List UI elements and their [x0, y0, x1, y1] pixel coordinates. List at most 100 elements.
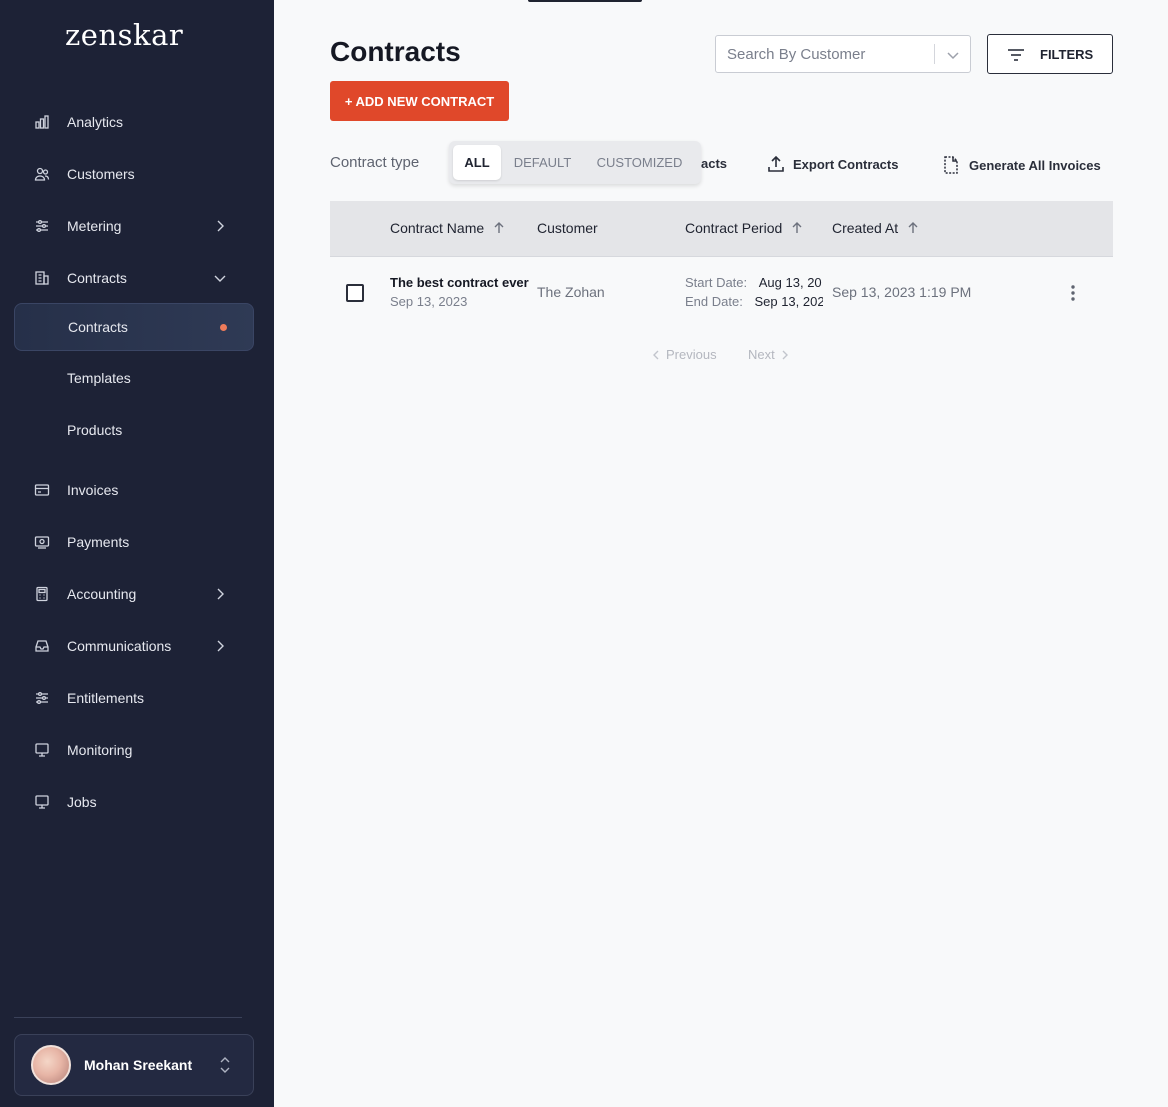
sidebar-item-jobs[interactable]: Jobs	[14, 778, 254, 826]
avatar	[31, 1045, 71, 1085]
chevron-up-down-icon	[220, 1057, 230, 1073]
start-date-value: Aug 13, 20	[758, 275, 822, 290]
sidebar-item-monitoring[interactable]: Monitoring	[14, 726, 254, 774]
sidebar-item-entitlements[interactable]: Entitlements	[14, 674, 254, 722]
sort-arrow-up-icon[interactable]	[790, 221, 804, 235]
next-page-button[interactable]: Next	[748, 347, 790, 362]
generate-all-invoices-button[interactable]: Generate All Invoices	[941, 155, 1101, 175]
user-menu[interactable]: Mohan Sreekant	[14, 1034, 254, 1096]
sort-arrow-up-icon[interactable]	[492, 221, 506, 235]
filters-label: FILTERS	[1040, 47, 1094, 62]
generate-all-invoices-label: Generate All Invoices	[969, 157, 1101, 173]
search-placeholder: Search By Customer	[727, 46, 866, 63]
sliders-icon	[36, 219, 48, 233]
search-input[interactable]: Search By Customer	[715, 35, 971, 73]
table-row[interactable]: The best contract ever Sep 13, 2023 The …	[330, 257, 1113, 329]
sidebar-item-contracts[interactable]: Contracts	[14, 303, 254, 351]
end-date-value: Sep 13, 202	[754, 294, 823, 309]
sidebar-item-products[interactable]: Products	[14, 406, 254, 454]
payment-icon	[34, 536, 50, 549]
sidebar-item-invoices[interactable]: Invoices	[14, 466, 254, 514]
filter-icon	[1008, 49, 1024, 61]
contract-date: Sep 13, 2023	[390, 294, 468, 309]
bar-chart-icon	[35, 115, 49, 129]
sidebar-divider	[14, 1017, 242, 1018]
filters-button[interactable]: FILTERS	[987, 34, 1113, 74]
inbox-icon	[35, 640, 49, 652]
sidebar-item-accounting[interactable]: Accounting	[14, 570, 254, 618]
card-icon	[34, 484, 50, 496]
next-label: Next	[748, 347, 775, 362]
sidebar-item-label: Monitoring	[67, 742, 133, 758]
column-header-contract-period[interactable]: Contract Period	[685, 220, 804, 236]
chevron-right-icon	[217, 220, 224, 232]
zenskar-logo[interactable]: zenskar	[65, 18, 183, 52]
page-title: Contracts	[330, 36, 461, 67]
chevron-left-icon	[653, 350, 659, 359]
chevron-right-icon	[217, 640, 224, 652]
start-date-label: Start Date:	[685, 275, 748, 290]
monitor-icon	[35, 743, 49, 757]
previous-page-button[interactable]: Previous	[651, 347, 717, 362]
end-date-label: End Date:	[685, 294, 743, 309]
chevron-down-icon	[214, 275, 226, 282]
previous-label: Previous	[666, 347, 717, 362]
sort-arrow-up-icon[interactable]	[906, 221, 920, 235]
top-tab-indicator	[528, 0, 642, 2]
sidebar-item-communications[interactable]: Communications	[14, 622, 254, 670]
sidebar-item-label: Customers	[67, 166, 135, 182]
end-date: End Date: Sep 13, 202	[685, 294, 823, 309]
sidebar-item-label: Communications	[67, 638, 172, 654]
sidebar-item-label: Contracts	[68, 319, 128, 335]
sidebar-item-contracts-group[interactable]: Contracts	[14, 254, 254, 302]
calculator-icon	[36, 586, 48, 602]
column-header-label: Customer	[537, 220, 598, 236]
sidebar-item-label: Templates	[67, 370, 131, 386]
add-new-contract-button[interactable]: + ADD NEW CONTRACT	[330, 81, 509, 121]
sidebar-item-label: Contracts	[67, 270, 127, 286]
customer-name: The Zohan	[537, 284, 605, 300]
chevron-down-icon[interactable]	[945, 47, 961, 63]
column-header-label: Created At	[832, 220, 899, 236]
segment-default[interactable]: DEFAULT	[505, 145, 580, 180]
chevron-right-icon	[217, 588, 224, 600]
column-header-label: Contract Name	[390, 220, 485, 236]
sidebar-item-label: Products	[67, 422, 123, 438]
export-contracts-button[interactable]: Export Contracts	[767, 155, 898, 173]
sidebar-item-label: Invoices	[67, 482, 119, 498]
contract-name[interactable]: The best contract ever	[390, 275, 529, 290]
column-header-customer: Customer	[537, 220, 598, 236]
sidebar-item-payments[interactable]: Payments	[14, 518, 254, 566]
sidebar-item-metering[interactable]: Metering	[14, 202, 254, 250]
sidebar-item-label: Entitlements	[67, 690, 145, 706]
segment-customized[interactable]: CUSTOMIZED	[584, 145, 695, 180]
obscured-action-label[interactable]: acts	[701, 156, 727, 171]
contract-type-segmented-control: ALL DEFAULT CUSTOMIZED	[449, 141, 701, 184]
monitor-icon	[35, 795, 49, 809]
search-divider	[934, 44, 935, 64]
column-header-contract-name[interactable]: Contract Name	[390, 220, 506, 236]
sidebar: zenskar Analytics Customers Metering Con…	[0, 0, 274, 1107]
user-name: Mohan Sreekant	[84, 1057, 193, 1073]
sidebar-item-label: Jobs	[67, 794, 97, 810]
sidebar-item-label: Accounting	[67, 586, 137, 602]
created-at: Sep 13, 2023 1:19 PM	[832, 284, 972, 300]
start-date: Start Date: Aug 13, 20	[685, 275, 823, 290]
sidebar-item-label: Analytics	[67, 114, 124, 130]
column-header-created-at[interactable]: Created At	[832, 220, 920, 236]
document-icon	[944, 156, 958, 174]
row-checkbox[interactable]	[346, 284, 364, 302]
contract-type-label: Contract type	[330, 154, 420, 171]
sidebar-item-templates[interactable]: Templates	[14, 354, 254, 402]
sidebar-item-customers[interactable]: Customers	[14, 150, 254, 198]
building-icon	[35, 271, 49, 285]
column-header-label: Contract Period	[685, 220, 783, 236]
segment-all[interactable]: ALL	[453, 145, 501, 180]
table-header: Contract Name Customer Contract Period C…	[330, 201, 1113, 257]
sidebar-item-label: Metering	[67, 218, 122, 234]
chevron-right-icon	[782, 350, 788, 359]
active-indicator-dot	[220, 324, 227, 331]
more-options-icon[interactable]	[1066, 283, 1080, 303]
sidebar-item-analytics[interactable]: Analytics	[14, 98, 254, 146]
sidebar-item-label: Payments	[67, 534, 130, 550]
